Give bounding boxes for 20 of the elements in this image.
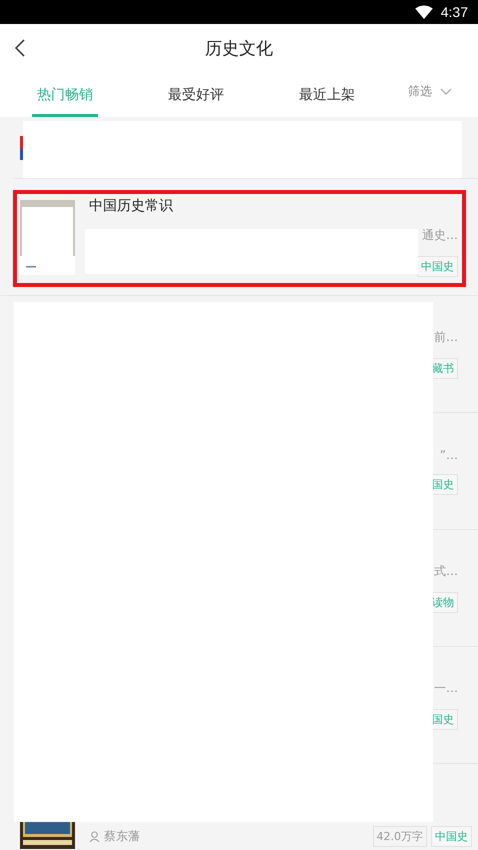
wifi-icon	[414, 5, 433, 19]
category-tag: 中国史	[417, 256, 458, 277]
tab[interactable]: 最近上架	[294, 72, 360, 117]
page-title: 历史文化	[205, 38, 273, 60]
filter-button[interactable]: 筛选	[408, 72, 452, 117]
back-icon[interactable]	[15, 39, 25, 57]
book-description: ”…	[440, 448, 458, 462]
book-title: 中国历史常识	[89, 197, 174, 215]
book-description: 一…	[434, 680, 458, 697]
book-description: 式…	[434, 563, 458, 580]
chevron-down-icon	[440, 88, 452, 95]
author-name: 蔡东藩	[104, 828, 140, 845]
book-description: 前…	[434, 329, 458, 346]
person-icon	[89, 831, 100, 842]
clock-time: 4:37	[440, 4, 468, 20]
word-count: 42.0万字	[372, 826, 427, 847]
book-description: 通史…	[421, 227, 458, 244]
category-tag: 中国史	[431, 826, 472, 847]
book-item[interactable]: 中国历史常识 通史… 中国史	[0, 179, 478, 296]
tab[interactable]: 最受好评	[163, 72, 229, 117]
